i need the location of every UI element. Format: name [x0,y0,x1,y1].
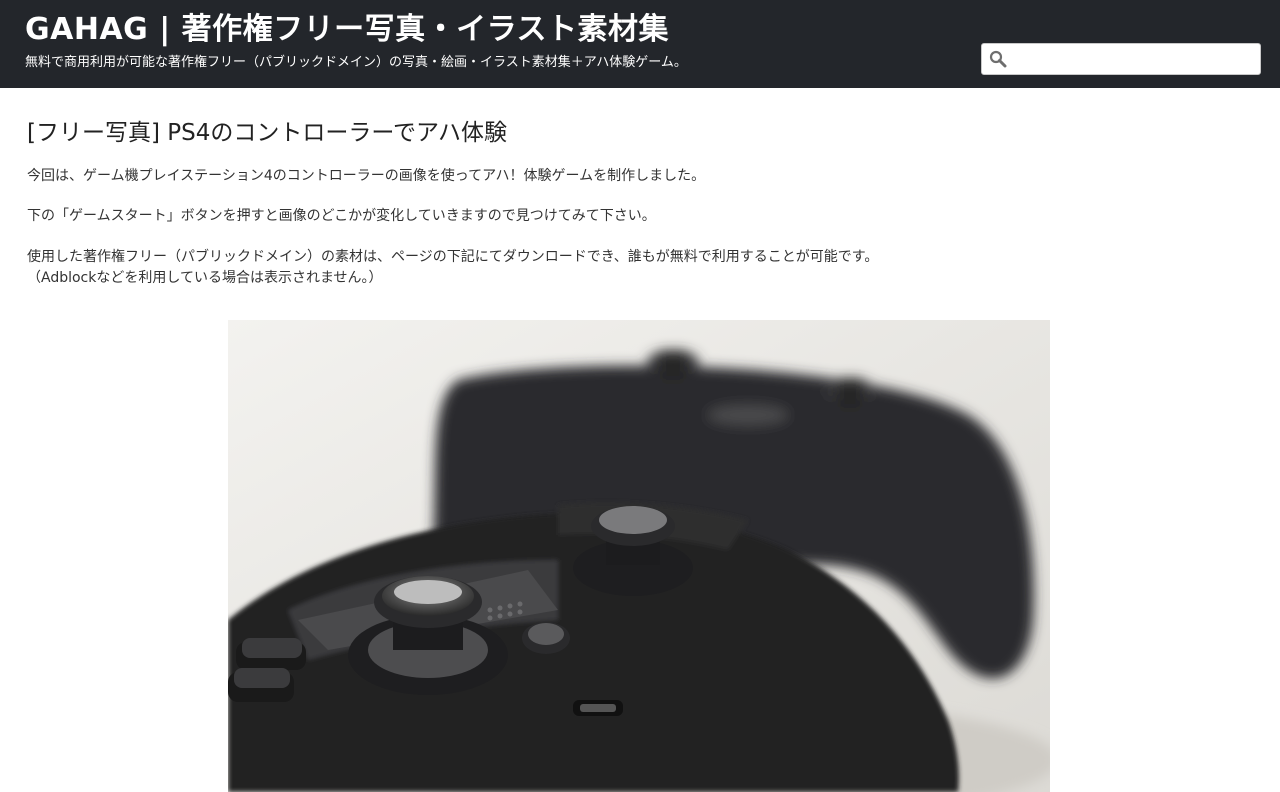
site-description: 無料で商用利用が可能な著作権フリー（パブリックドメイン）の写真・絵画・イラスト素… [25,55,687,70]
instruction-paragraph: 下の「ゲームスタート」ボタンを押すと画像のどこかが変化していきますので見つけてみ… [27,208,656,224]
search-icon [989,50,1007,68]
adblock-note: （Adblockなどを利用している場合は表示されません。） [27,270,383,286]
intro-paragraph: 今回は、ゲーム機プレイステーション4のコントローラーの画像を使ってアハ！体験ゲー… [27,168,706,184]
site-header: GAHAG | 著作権フリー写真・イラスト素材集 無料で商用利用が可能な著作権フ… [0,0,1280,88]
search-input[interactable] [1010,47,1258,73]
license-paragraph: 使用した著作権フリー（パブリックドメイン）の素材は、ページの下記にてダウンロード… [27,249,879,265]
site-title[interactable]: GAHAG | 著作権フリー写真・イラスト素材集 [25,10,669,50]
search-box[interactable] [981,43,1261,75]
post-title: [フリー写真] PS4のコントローラーでアハ体験 [27,120,508,146]
controller-photo [228,320,1050,792]
